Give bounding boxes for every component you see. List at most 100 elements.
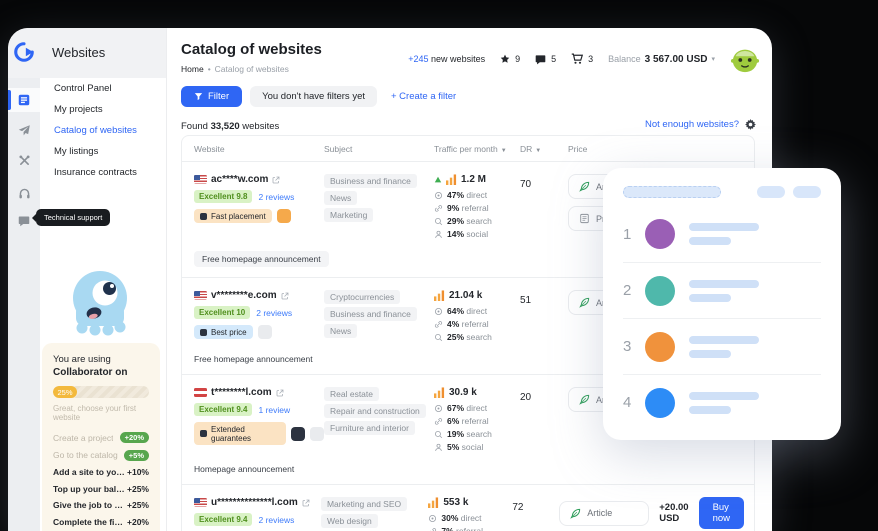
traffic-value: 21.04 k [449, 290, 483, 301]
collaborator-logo-icon [13, 41, 35, 63]
feature-chip-icon[interactable] [257, 325, 272, 339]
external-link-icon[interactable] [281, 292, 289, 300]
not-enough-link[interactable]: Not enough websites? [645, 119, 739, 130]
gear-icon[interactable] [745, 119, 756, 130]
header-right-cluster: +245 new websites 9 5 3 Balance 3 567.00… [408, 44, 760, 74]
offer-price: +20.00 USD [659, 502, 689, 524]
results-count: Found 33,520 websites [181, 121, 280, 132]
website-domain[interactable]: t********l.com [211, 387, 272, 398]
rail-item-listings[interactable] [8, 148, 40, 172]
step-avatar-placeholder [645, 275, 675, 306]
traffic-stat: 30% direct [428, 512, 512, 525]
reviews-link[interactable]: 2 reviews [258, 192, 294, 202]
reviews-link[interactable]: 2 reviews [258, 515, 294, 525]
traffic-stat: 9% referral [434, 202, 520, 215]
subject-tag: Cryptocurrencies [324, 290, 401, 304]
article-feather-icon [570, 508, 581, 519]
not-enough-websites: Not enough websites? [645, 119, 756, 130]
rail-item-control-panel[interactable] [8, 88, 40, 112]
dr-value: 70 [520, 179, 532, 190]
filter-button[interactable]: Filter [181, 86, 243, 107]
task-label: Go to the catalog [53, 450, 118, 460]
feature-chip-icon[interactable] [310, 426, 324, 441]
article-feather-icon [579, 394, 590, 405]
promo-line2: Collaborator on [53, 367, 128, 378]
feature-badge: Best price [194, 325, 253, 339]
traffic-stat: 67% direct [434, 402, 520, 415]
traffic-stat: 29% search [434, 215, 520, 228]
reviews-link[interactable]: 1 review [258, 405, 290, 415]
dr-value: 72 [512, 502, 524, 513]
mascot-octopus-illustration [62, 264, 138, 342]
country-flag-icon [194, 388, 207, 397]
dr-cell: 70 [520, 174, 568, 241]
favorites-counter[interactable]: 9 [500, 54, 520, 64]
direct-icon [434, 404, 443, 413]
traffic-stat: 6% referral [434, 415, 520, 428]
website-domain[interactable]: ac****w.com [211, 174, 268, 185]
website-domain[interactable]: v********e.com [211, 290, 277, 301]
dr-cell: 72 [512, 497, 559, 531]
task-item: Complete the first deal+20% [53, 517, 149, 527]
sidebar-item-control-panel[interactable]: Control Panel [40, 78, 166, 99]
table-row: u**************l.com Excellent 9.4 2 rev… [182, 485, 754, 531]
technical-support-tooltip: Technical support [31, 209, 111, 226]
skeleton-bars [689, 223, 759, 245]
offer-type-button[interactable]: Article [559, 500, 650, 526]
star-icon [500, 54, 510, 64]
control-panel-icon [17, 93, 31, 107]
rail-item-support[interactable] [8, 181, 40, 205]
task-bonus-badge: +5% [123, 449, 149, 461]
sidebar-item-insurance-contracts[interactable]: Insurance contracts [40, 162, 166, 183]
column-traffic[interactable]: Traffic per month ▼ [434, 144, 520, 154]
reviews-link[interactable]: 2 reviews [256, 308, 292, 318]
sidebar-item-catalog-of-websites[interactable]: Catalog of websites [40, 120, 166, 141]
tools-icon [18, 154, 31, 167]
external-link-icon[interactable] [302, 499, 310, 507]
column-dr[interactable]: DR ▼ [520, 144, 568, 154]
website-cell: t********l.com Excellent 9.4 1 review Ext… [194, 387, 324, 454]
skeleton-bar [689, 279, 759, 288]
promo-line1: You are using [53, 354, 111, 365]
usage-progress-bar: 25% [53, 386, 149, 398]
cart-counter[interactable]: 3 [571, 53, 593, 65]
subject-cell: Real estate Repair and construction Furnit… [324, 387, 434, 454]
task-label: Add a site to your cart [53, 467, 125, 477]
new-websites-counter[interactable]: +245 new websites [408, 54, 485, 64]
page-title: Catalog of websites [181, 41, 322, 58]
balance-dropdown[interactable]: Balance 3 567.00 USD ▾ [608, 54, 715, 65]
task-item: Top up your balance in ...+25% [53, 484, 149, 494]
feature-chip-icon[interactable] [291, 426, 305, 441]
create-filter-link[interactable]: + Create a filter [391, 91, 456, 102]
external-link-icon[interactable] [276, 389, 284, 397]
task-item: Go to the catalog +5% [53, 449, 149, 461]
task-item: Create a project +20% [53, 432, 149, 443]
subject-tag: Marketing and SEO [320, 497, 408, 511]
buy-now-button[interactable]: Buy now [698, 497, 744, 529]
dr-value: 20 [520, 392, 532, 403]
sidebar-icon-rail [8, 78, 40, 531]
website-domain[interactable]: u**************l.com [211, 497, 298, 508]
offer-row: Article +20.00 USD Buy now [559, 497, 744, 529]
external-link-icon[interactable] [272, 176, 280, 184]
traffic-cell: 1.2 M 47% direct 9% referral 29% search … [434, 174, 520, 241]
dr-cell: 20 [520, 387, 568, 454]
sidebar-item-my-listings[interactable]: My listings [40, 141, 166, 162]
country-flag-icon [194, 175, 207, 184]
step-number: 3 [623, 338, 632, 355]
sidebar-item-my-projects[interactable]: My projects [40, 99, 166, 120]
skeleton-bars [689, 391, 759, 414]
subject-tag: Furniture and interior [324, 421, 415, 435]
avatar[interactable] [730, 44, 760, 74]
breadcrumb-home[interactable]: Home [181, 64, 204, 74]
breadcrumb: Home • Catalog of websites [181, 64, 289, 74]
messages-counter[interactable]: 5 [535, 54, 556, 65]
task-label: Create a project [53, 432, 114, 443]
table-header-row: Website Subject Traffic per month ▼ DR ▼ P… [182, 136, 754, 162]
no-filters-pill: You don't have filters yet [250, 86, 377, 107]
rail-item-projects[interactable] [8, 118, 40, 142]
traffic-bars-icon [428, 497, 439, 508]
column-website: Website [194, 143, 225, 154]
feature-chip-icon[interactable] [276, 209, 291, 223]
traffic-value: 553 k [443, 497, 469, 508]
